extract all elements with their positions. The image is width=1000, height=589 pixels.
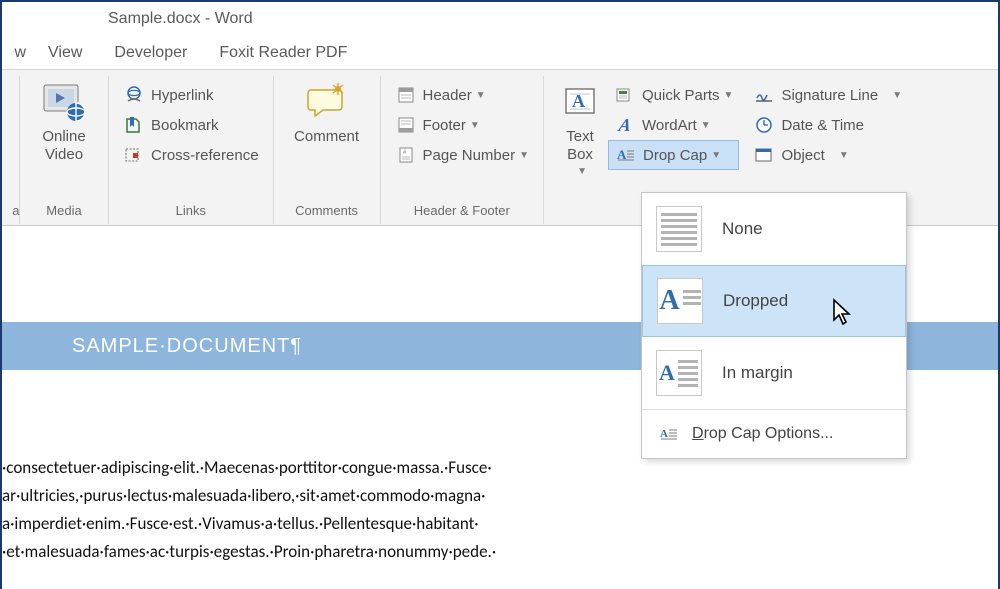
quick-parts-icon (614, 86, 636, 104)
cross-reference-icon (123, 146, 145, 164)
text-box-button[interactable]: A Text Box ▼ (552, 76, 608, 177)
drop-cap-in-margin[interactable]: A In margin (642, 337, 906, 409)
footer-icon (395, 116, 417, 134)
comment-button[interactable]: Comment (282, 76, 372, 146)
chevron-down-icon: ▼ (711, 150, 721, 161)
drop-cap-options-icon: A (656, 425, 682, 443)
chevron-down-icon: ▼ (470, 120, 480, 131)
group-links-label: Links (176, 202, 206, 220)
signature-line-label: Signature Line (781, 87, 878, 104)
header-icon (395, 86, 417, 104)
wordart-label: WordArt (642, 117, 697, 134)
tab-developer[interactable]: Developer (98, 36, 203, 70)
comment-icon (305, 80, 349, 124)
chevron-down-icon: ▼ (892, 90, 902, 101)
quick-parts-button[interactable]: Quick Parts ▼ (608, 80, 739, 110)
bookmark-label: Bookmark (151, 117, 219, 134)
drop-cap-icon: A (615, 146, 637, 164)
text-box-icon: A (563, 80, 597, 124)
object-label: Object (781, 147, 824, 164)
cross-reference-button[interactable]: Cross-reference (117, 140, 265, 170)
drop-cap-button[interactable]: A Drop Cap ▼ (608, 140, 739, 170)
text-box-label: Text Box (566, 128, 594, 164)
group-media: Online Video Media (20, 76, 109, 224)
drop-cap-options[interactable]: A Drop Cap Options... (642, 410, 906, 458)
ribbon-tabs: w View Developer Foxit Reader PDF (2, 36, 998, 70)
body-line: a·imperdiet·enim.·Fusce·est.·Vivamus·a·t… (2, 510, 662, 538)
signature-line-button[interactable]: Signature Line ▼ (747, 80, 908, 110)
hyperlink-label: Hyperlink (151, 87, 214, 104)
drop-cap-in-margin-label: In margin (722, 363, 793, 383)
bookmark-icon (123, 116, 145, 134)
page-number-icon: # (395, 146, 417, 164)
tab-view[interactable]: View (32, 36, 98, 70)
group-links: Hyperlink Bookmark Cross-reference Links (109, 76, 274, 224)
drop-cap-in-margin-icon: A (656, 350, 702, 396)
body-line: ·consectetuer·adipiscing·elit.·Maecenas·… (2, 454, 662, 482)
bookmark-button[interactable]: Bookmark (117, 110, 265, 140)
date-time-label: Date & Time (781, 117, 864, 134)
drop-cap-none-icon (656, 206, 702, 252)
body-line: ·et·malesuada·fames·ac·turpis·egestas.·P… (2, 538, 662, 566)
group-comments-label: Comments (295, 202, 358, 220)
window-title: Sample.docx - Word (2, 2, 998, 36)
chevron-down-icon: ▼ (519, 150, 529, 161)
page-number-button[interactable]: # Page Number ▼ (389, 140, 535, 170)
group-fragment: a (2, 76, 20, 224)
group-header-footer: Header ▼ Footer ▼ # Page Number ▼ (381, 76, 544, 224)
group-frag-label: a (2, 202, 20, 220)
page-number-label: Page Number (423, 147, 516, 164)
chevron-down-icon: ▼ (839, 150, 849, 161)
chevron-down-icon: ▼ (724, 90, 734, 101)
tab-foxit[interactable]: Foxit Reader PDF (203, 36, 363, 70)
chevron-down-icon: ▼ (701, 120, 711, 131)
cross-reference-label: Cross-reference (151, 147, 259, 164)
online-video-button[interactable]: Online Video (28, 76, 100, 164)
hyperlink-button[interactable]: Hyperlink (117, 80, 265, 110)
chevron-down-icon: ▼ (577, 166, 587, 177)
drop-cap-none-label: None (722, 219, 763, 239)
online-video-label: Online Video (42, 128, 85, 164)
quick-parts-label: Quick Parts (642, 87, 720, 104)
signature-line-icon (753, 86, 775, 104)
online-video-icon (42, 80, 86, 124)
comment-label: Comment (294, 128, 359, 146)
body-line: ar·ultricies,·purus·lectus·malesuada·lib… (2, 482, 662, 510)
object-button[interactable]: Object ▼ (747, 140, 908, 170)
header-label: Header (423, 87, 472, 104)
drop-cap-none[interactable]: None (642, 193, 906, 265)
drop-cap-menu: None A Dropped A In margin A Drop Cap Op… (641, 192, 907, 459)
group-hf-label: Header & Footer (414, 202, 510, 220)
drop-cap-dropped-icon: A (657, 278, 703, 324)
wordart-button[interactable]: A WordArt ▼ (608, 110, 739, 140)
drop-cap-options-label: Drop Cap Options... (692, 425, 833, 443)
group-comments: Comment Comments (274, 76, 381, 224)
header-button[interactable]: Header ▼ (389, 80, 535, 110)
date-time-icon (753, 116, 775, 134)
footer-button[interactable]: Footer ▼ (389, 110, 535, 140)
drop-cap-dropped-label: Dropped (723, 291, 788, 311)
group-media-label: Media (46, 202, 81, 220)
drop-cap-dropped[interactable]: A Dropped (642, 265, 906, 337)
svg-text:A: A (660, 428, 668, 440)
footer-label: Footer (423, 117, 466, 134)
date-time-button[interactable]: Date & Time (747, 110, 908, 140)
document-body[interactable]: ·consectetuer·adipiscing·elit.·Maecenas·… (2, 454, 662, 566)
chevron-down-icon: ▼ (476, 90, 486, 101)
hyperlink-icon (123, 86, 145, 104)
wordart-icon: A (614, 115, 636, 136)
tab-fragment[interactable]: w (2, 36, 32, 70)
object-icon (753, 146, 775, 164)
drop-cap-label: Drop Cap (643, 147, 707, 164)
